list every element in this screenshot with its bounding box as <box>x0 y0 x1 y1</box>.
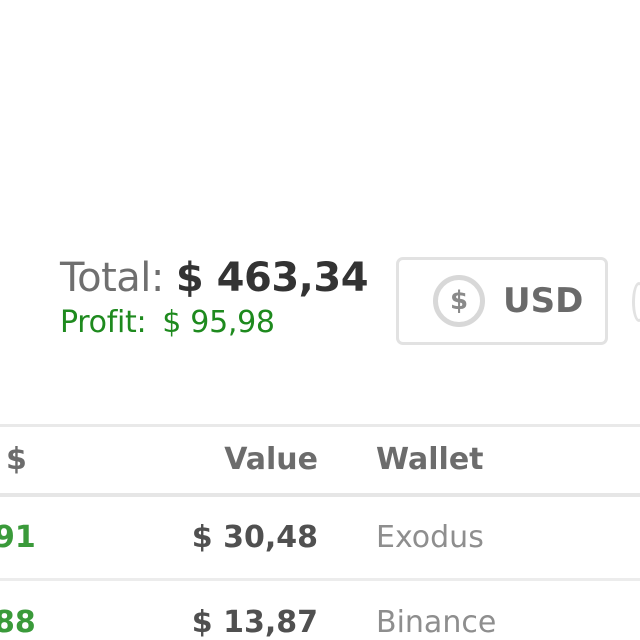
currency-label: USD <box>503 281 584 321</box>
wallet-cell: Exodus <box>376 519 484 555</box>
table-row[interactable]: 88 $ 13,87 Binance <box>0 581 640 640</box>
next-control-edge[interactable] <box>632 282 640 322</box>
dollar-circle-icon: $ <box>433 275 485 327</box>
currency-selector-button[interactable]: $ USD <box>396 257 608 345</box>
profit-line: Profit: $ 95,98 <box>60 308 368 338</box>
total-label: Total: <box>60 255 164 301</box>
table-header-row: $ Value Wallet <box>0 427 640 497</box>
change-cell: 91 <box>0 519 36 555</box>
total-line: Total: $ 463,34 <box>60 255 369 301</box>
portfolio-page: Total: $ 463,34 Profit: $ 95,98 $ USD $ … <box>0 0 640 640</box>
portfolio-summary: Total: $ 463,34 Profit: $ 95,98 <box>60 255 369 338</box>
change-cell: 88 <box>0 605 36 640</box>
column-header-wallet[interactable]: Wallet <box>376 445 484 475</box>
column-header-value[interactable]: Value <box>224 445 318 475</box>
holdings-table: $ Value Wallet 91 $ 30,48 Exodus 88 $ 13… <box>0 424 640 640</box>
value-cell: $ 30,48 <box>191 519 318 555</box>
table-row[interactable]: 91 $ 30,48 Exodus <box>0 497 640 581</box>
column-header-change[interactable]: $ <box>6 445 27 475</box>
profit-label: Profit: <box>60 305 147 340</box>
profit-value: $ 95,98 <box>162 305 275 340</box>
wallet-cell: Binance <box>376 605 497 640</box>
total-value: $ 463,34 <box>175 255 369 301</box>
value-cell: $ 13,87 <box>191 605 318 640</box>
